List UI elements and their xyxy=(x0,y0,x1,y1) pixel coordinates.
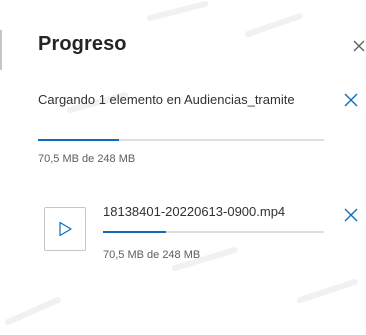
close-icon xyxy=(344,208,358,222)
upload-progress-bar xyxy=(38,139,324,141)
cancel-file-button[interactable] xyxy=(343,207,359,223)
file-size-text: 70,5 MB de 248 MB xyxy=(103,249,201,261)
upload-status-text: Cargando 1 elemento en Audiencias_tramit… xyxy=(38,92,295,107)
file-thumbnail xyxy=(44,207,86,251)
file-progress-fill xyxy=(103,231,166,233)
upload-progress-panel: Progreso Cargando 1 elemento en Audienci… xyxy=(0,0,366,335)
file-name: 18138401-20220613-0900.mp4 xyxy=(103,204,286,219)
close-icon xyxy=(353,40,365,52)
close-icon xyxy=(344,93,358,107)
play-icon xyxy=(59,221,72,237)
file-progress-bar xyxy=(103,231,324,233)
upload-progress-fill xyxy=(38,139,120,141)
upload-size-text: 70,5 MB de 248 MB xyxy=(38,153,136,165)
cancel-upload-button[interactable] xyxy=(343,92,359,108)
panel-left-edge xyxy=(0,30,2,70)
panel-title: Progreso xyxy=(38,33,127,55)
close-panel-button[interactable] xyxy=(350,37,366,55)
